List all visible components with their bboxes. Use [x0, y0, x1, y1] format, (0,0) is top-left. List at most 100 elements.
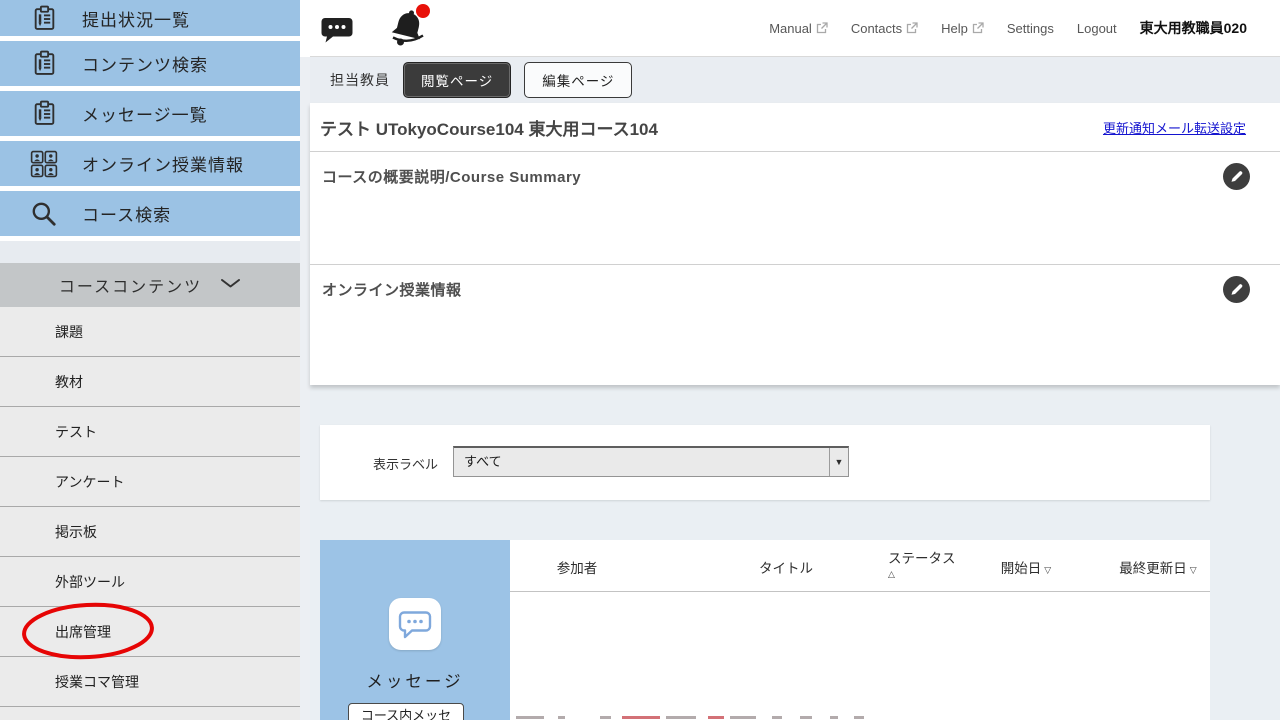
clipped-text-row — [830, 716, 838, 719]
sidebar-item-attendance-management[interactable]: 出席管理 — [0, 607, 300, 657]
clipped-text-row — [772, 716, 782, 719]
select-arrow-button[interactable]: ▼ — [829, 448, 848, 476]
people-grid-icon — [30, 150, 58, 178]
notification-bell-icon[interactable] — [388, 7, 428, 49]
sidebar-item-label: オンライン授業情報 — [82, 151, 244, 176]
caret-down-icon: ▼ — [835, 457, 844, 467]
sidebar-item-surveys[interactable]: アンケート — [0, 457, 300, 507]
sidebar-item-label: アンケート — [55, 472, 124, 492]
tab-view-page[interactable]: 閲覧ページ — [403, 62, 511, 98]
sidebar-item-label: テスト — [55, 422, 97, 442]
section-title: コースの概要説明/Course Summary — [322, 166, 1280, 187]
clipped-text-row — [666, 716, 696, 719]
sidebar-item-submission-status[interactable]: 提出状況一覧 — [0, 0, 300, 36]
clipped-text-row — [516, 716, 544, 719]
page: 提出状況一覧 コンテンツ検索 メッセージ一覧 オンライン授業情報 コース検索 — [0, 0, 1280, 720]
column-label: 参加者 — [557, 561, 598, 576]
clipped-text-row — [854, 716, 864, 719]
display-label: 表示ラベル — [373, 454, 438, 473]
sidebar: 提出状況一覧 コンテンツ検索 メッセージ一覧 オンライン授業情報 コース検索 — [0, 0, 300, 720]
main-area: Manual Contacts Help Settings Logout 東大用… — [310, 0, 1280, 720]
chevron-down-icon — [220, 276, 241, 294]
search-icon — [30, 200, 58, 228]
chat-bubble-icon — [389, 598, 441, 650]
pencil-icon — [1229, 282, 1244, 297]
clipboard-icon — [30, 100, 58, 128]
notify-mail-settings-link[interactable]: 更新通知メール転送設定 — [1103, 118, 1246, 137]
sidebar-item-label: 外部ツール — [55, 572, 125, 592]
clipped-text-row — [558, 716, 565, 719]
sidebar-item-assignments[interactable]: 課題 — [0, 307, 300, 357]
section-online-class-info: オンライン授業情報 — [310, 265, 1280, 385]
nav-manual[interactable]: Manual — [769, 21, 828, 36]
column-label: 最終更新日 — [1119, 561, 1187, 576]
edit-online-class-button[interactable] — [1223, 276, 1250, 303]
course-contents-menu: 課題 教材 テスト アンケート 掲示板 外部ツール 出席管理 授業コマ管理 — [0, 307, 300, 720]
sidebar-item-bulletin-board[interactable]: 掲示板 — [0, 507, 300, 557]
external-link-icon — [816, 22, 828, 34]
nav-label: Settings — [1007, 21, 1054, 36]
sidebar-item-label: 出席管理 — [55, 622, 111, 642]
tab-bar: 担当教員 閲覧ページ 編集ページ — [310, 57, 1280, 103]
sidebar-item-label: 掲示板 — [55, 522, 97, 542]
clipboard-icon — [30, 4, 58, 32]
section-course-summary: コースの概要説明/Course Summary — [310, 152, 1280, 265]
sort-desc-icon[interactable]: ▽ — [1044, 565, 1051, 575]
nav-settings[interactable]: Settings — [1007, 21, 1054, 36]
nav-contacts[interactable]: Contacts — [851, 21, 918, 36]
clipped-text-row — [622, 716, 660, 719]
sidebar-item-label: メッセージ一覧 — [82, 101, 208, 126]
message-table-body — [510, 592, 1210, 720]
top-nav: Manual Contacts Help Settings Logout 東大用… — [769, 18, 1280, 38]
clipped-text-row — [708, 716, 724, 719]
display-label-select[interactable]: すべて ▼ — [453, 446, 849, 477]
sidebar-item-content-search[interactable]: コンテンツ検索 — [0, 41, 300, 86]
clipped-text-row — [800, 716, 812, 719]
sort-asc-icon[interactable]: △ — [888, 569, 956, 580]
clipped-text-row — [600, 716, 611, 719]
sidebar-item-label: 授業コマ管理 — [55, 672, 139, 692]
message-category-tile: メッセージ コース内メッセージ — [320, 540, 510, 720]
nav-logout[interactable]: Logout — [1077, 21, 1117, 36]
page-title: テスト UTokyoCourse104 東大用コース104 — [320, 115, 658, 140]
sidebar-item-external-tools[interactable]: 外部ツール — [0, 557, 300, 607]
nav-label: Manual — [769, 21, 812, 36]
sidebar-item-tests[interactable]: テスト — [0, 407, 300, 457]
sidebar-item-label: コース検索 — [82, 201, 171, 226]
clipped-text-row — [730, 716, 756, 719]
clipboard-icon — [30, 50, 58, 78]
messages-icon[interactable] — [320, 15, 354, 45]
edit-summary-button[interactable] — [1223, 163, 1250, 190]
sidebar-item-label: コンテンツ検索 — [82, 51, 208, 76]
sidebar-item-online-class-info[interactable]: オンライン授業情報 — [0, 141, 300, 186]
column-participant[interactable]: 参加者 — [557, 557, 598, 577]
tab-edit-page[interactable]: 編集ページ — [524, 62, 632, 98]
role-label: 担当教員 — [330, 70, 390, 90]
sidebar-item-materials[interactable]: 教材 — [0, 357, 300, 407]
section-header-label: コースコンテンツ — [59, 273, 202, 297]
sidebar-item-label: 教材 — [55, 372, 83, 392]
course-title-row: テスト UTokyoCourse104 東大用コース104 更新通知メール転送設… — [310, 103, 1280, 152]
filter-card: 表示ラベル すべて ▼ — [320, 425, 1210, 500]
sidebar-spacer — [0, 241, 300, 263]
select-value: すべて — [464, 448, 502, 476]
external-link-icon — [972, 22, 984, 34]
course-message-button[interactable]: コース内メッセージ — [348, 703, 464, 720]
layout-gap — [300, 57, 310, 720]
nav-label: Help — [941, 21, 968, 36]
column-title[interactable]: タイトル — [759, 557, 813, 577]
sidebar-item-label: 課題 — [55, 322, 83, 342]
column-start-date[interactable]: 開始日▽ — [1001, 557, 1051, 577]
nav-help[interactable]: Help — [941, 21, 984, 36]
sort-desc-icon[interactable]: ▽ — [1190, 565, 1197, 575]
pencil-icon — [1229, 169, 1244, 184]
username: 東大用教職員020 — [1140, 18, 1247, 38]
column-status[interactable]: ステータス △ — [888, 547, 956, 580]
nav-label: Contacts — [851, 21, 902, 36]
nav-label: Logout — [1077, 21, 1117, 36]
sidebar-item-message-list[interactable]: メッセージ一覧 — [0, 91, 300, 136]
sidebar-item-class-session-management[interactable]: 授業コマ管理 — [0, 657, 300, 707]
column-last-updated[interactable]: 最終更新日▽ — [1119, 557, 1196, 577]
sidebar-section-course-contents[interactable]: コースコンテンツ — [0, 263, 300, 307]
sidebar-item-course-search[interactable]: コース検索 — [0, 191, 300, 236]
